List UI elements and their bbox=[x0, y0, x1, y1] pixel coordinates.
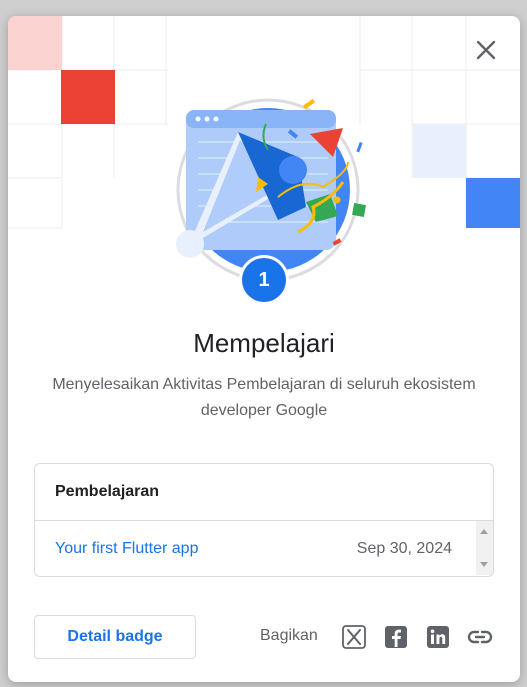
activity-scrollbar[interactable] bbox=[476, 521, 493, 575]
activity-card-header: Pembelajaran bbox=[35, 464, 493, 521]
facebook-icon bbox=[385, 626, 407, 648]
detail-badge-button[interactable]: Detail badge bbox=[34, 615, 196, 659]
share-x-button[interactable] bbox=[341, 624, 367, 650]
share-facebook-button[interactable] bbox=[383, 624, 409, 650]
x-icon bbox=[342, 625, 366, 649]
badge-dialog: 1 Mempelajari Menyelesaikan Aktivitas Pe… bbox=[8, 16, 520, 682]
copy-link-button[interactable] bbox=[467, 624, 493, 650]
scroll-up-arrow-icon[interactable] bbox=[480, 529, 488, 534]
linkedin-icon bbox=[427, 626, 449, 648]
close-button[interactable] bbox=[470, 34, 502, 66]
activity-row: Your first Flutter app Sep 30, 2024 bbox=[35, 521, 493, 576]
share-linkedin-button[interactable] bbox=[425, 624, 451, 650]
scroll-down-arrow-icon[interactable] bbox=[480, 562, 488, 567]
badge-title: Mempelajari bbox=[193, 328, 335, 358]
close-icon bbox=[476, 40, 496, 60]
activity-card: Pembelajaran Your first Flutter app Sep … bbox=[34, 463, 494, 577]
activity-link[interactable]: Your first Flutter app bbox=[55, 540, 198, 558]
share-label: Bagikan bbox=[260, 627, 318, 644]
badge-level-number: 1 bbox=[242, 258, 286, 302]
activity-date: Sep 30, 2024 bbox=[356, 539, 452, 557]
badge-description: Menyelesaikan Aktivitas Pembelajaran di … bbox=[52, 376, 476, 419]
link-icon bbox=[467, 630, 493, 644]
